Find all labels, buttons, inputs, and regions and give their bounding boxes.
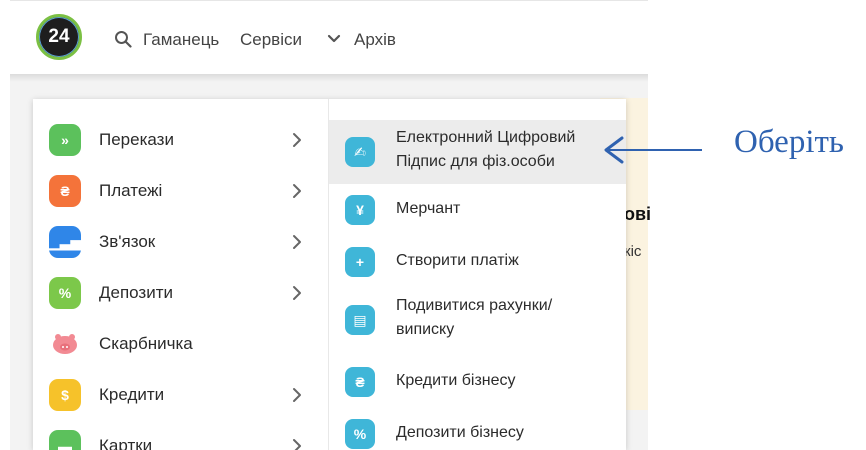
merchant-icon: ¥ xyxy=(345,195,375,225)
submenu-item-label: Електронний Цифровий Підпис для фіз.особ… xyxy=(396,129,576,170)
nav-services[interactable]: Сервіси xyxy=(240,30,302,50)
card-icon: ▬ xyxy=(49,430,81,450)
menu-item-label: Кредити xyxy=(99,385,165,404)
menu-item-6[interactable]: ▬ Картки xyxy=(33,422,328,450)
menu-item-label: Перекази xyxy=(99,130,174,149)
services-dropdown-menu: » Перекази ₴ Платежі ▁▃▅ Зв'язок% Депозити Скар… xyxy=(33,99,626,450)
submenu-item-label: Кредити бізнесу xyxy=(396,372,516,389)
menu-item-0[interactable]: » Перекази xyxy=(33,116,328,166)
submenu-item-4[interactable]: ₴ Кредити бізнесу xyxy=(329,356,626,408)
menu-item-label: Платежі xyxy=(99,181,163,200)
business-credit-icon: ₴ xyxy=(345,367,375,397)
banner-text: кіс xyxy=(624,243,642,260)
chevron-right-icon xyxy=(293,235,301,249)
chevron-right-icon xyxy=(293,388,301,402)
menu-item-5[interactable]: $ Кредити xyxy=(33,371,328,421)
menu-item-2[interactable]: ▁▃▅ Зв'язок xyxy=(33,218,328,268)
submenu-item-5[interactable]: % Депозити бізнесу xyxy=(329,408,626,450)
header-divider xyxy=(10,74,648,82)
menu-item-label: Картки xyxy=(99,436,153,450)
chevron-right-icon xyxy=(293,286,301,300)
menu-item-4[interactable]: Скарбничка xyxy=(33,320,328,370)
chevron-right-icon xyxy=(293,439,301,450)
nav-wallet[interactable]: Гаманець xyxy=(143,30,219,50)
percent-icon: % xyxy=(49,277,81,309)
logo-text: 24 xyxy=(48,26,70,47)
menu-item-label: Скарбничка xyxy=(99,334,193,353)
signal-icon: ▁▃▅ xyxy=(49,226,81,258)
submenu-item-3[interactable]: ▤ Подивитися рахунки/виписку xyxy=(329,288,626,356)
menu-item-1[interactable]: ₴ Платежі xyxy=(33,167,328,217)
nav-archive[interactable]: Архів xyxy=(354,30,396,50)
annotation-arrow-icon xyxy=(604,136,702,164)
menu-item-3[interactable]: % Депозити xyxy=(33,269,328,319)
business-deposit-icon: % xyxy=(345,419,375,449)
menu-submenu: ✍ Електронний Цифровий Підпис для фіз.осо… xyxy=(329,99,626,450)
signature-icon: ✍ xyxy=(345,137,375,167)
chevron-down-icon[interactable] xyxy=(327,34,341,44)
menu-item-label: Депозити xyxy=(99,283,174,302)
chevron-right-icon xyxy=(293,184,301,198)
privat24-logo[interactable]: 24 xyxy=(36,14,82,60)
banner-heading: ові xyxy=(624,204,652,224)
annotation-text: Оберіть xyxy=(734,124,844,160)
invoice-icon: ₴ xyxy=(49,175,81,207)
submenu-item-label: Створити платіж xyxy=(396,252,519,269)
statement-icon: ▤ xyxy=(345,305,375,335)
chevron-right-icon xyxy=(293,133,301,147)
menu-item-label: Зв'язок xyxy=(99,232,156,251)
submenu-item-label: Депозити бізнесу xyxy=(396,424,524,441)
submenu-item-label: Подивитися рахунки/виписку xyxy=(396,297,553,338)
submenu-item-1[interactable]: ¥ Мерчант xyxy=(329,184,626,236)
menu-categories: » Перекази ₴ Платежі ▁▃▅ Зв'язок% Депозити Скар… xyxy=(33,99,328,450)
submenu-item-0[interactable]: ✍ Електронний Цифровий Підпис для фіз.осо… xyxy=(329,120,626,184)
piggy-bank-icon xyxy=(49,328,81,360)
money-bag-icon: $ xyxy=(49,379,81,411)
top-header: 24 Гаманець Сервіси Архів xyxy=(10,0,648,75)
submenu-item-label: Мерчант xyxy=(396,200,461,217)
submenu-item-2[interactable]: + Створити платіж xyxy=(329,236,626,288)
search-icon[interactable] xyxy=(114,30,132,48)
plus-icon: + xyxy=(345,247,375,277)
chevrons-right-icon: » xyxy=(49,124,81,156)
